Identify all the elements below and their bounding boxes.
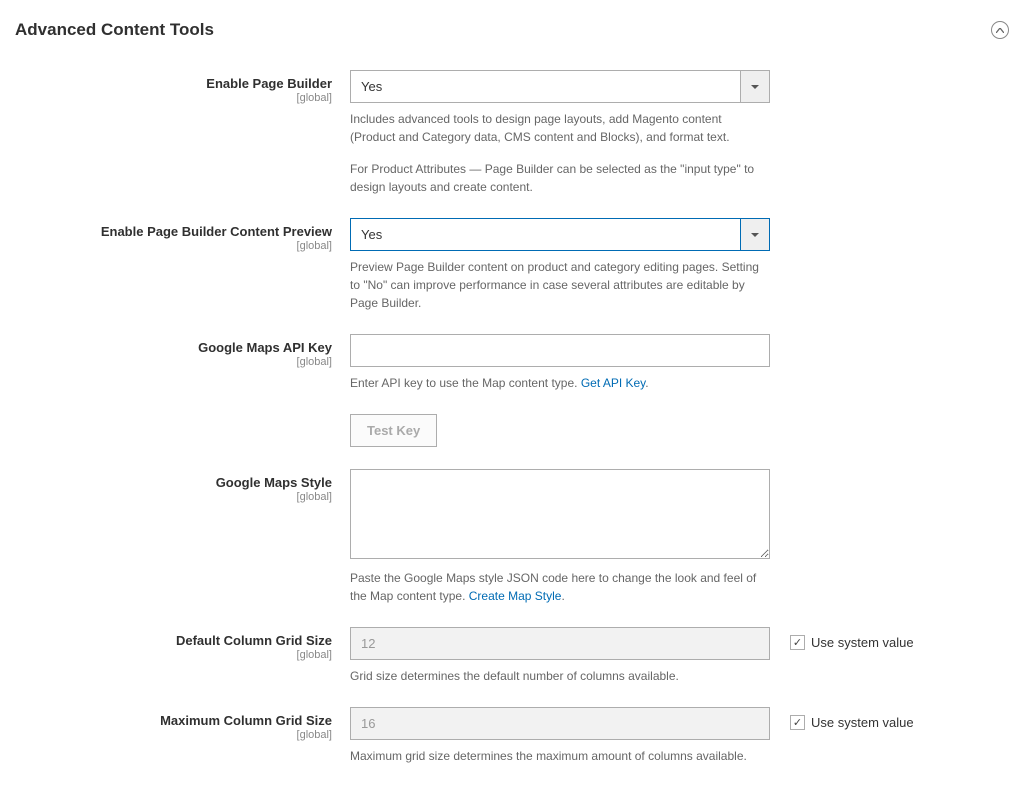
- collapse-toggle-icon[interactable]: [991, 21, 1009, 39]
- dropdown-arrow-icon[interactable]: [740, 70, 770, 103]
- create-map-style-link[interactable]: Create Map Style: [469, 589, 562, 603]
- scope-label: [global]: [15, 729, 332, 741]
- get-api-key-link[interactable]: Get API Key: [581, 376, 645, 390]
- enable-page-builder-select[interactable]: [350, 70, 770, 103]
- scope-label: [global]: [15, 240, 332, 252]
- maps-style-label: Google Maps Style: [216, 475, 332, 490]
- use-system-value-label: Use system value: [811, 635, 914, 650]
- max-grid-input: [350, 707, 770, 740]
- scope-label: [global]: [15, 92, 332, 104]
- help-text: Preview Page Builder content on product …: [350, 258, 770, 312]
- enable-page-builder-label: Enable Page Builder: [206, 76, 332, 91]
- maps-style-textarea[interactable]: [350, 469, 770, 559]
- default-grid-input: [350, 627, 770, 660]
- section-title: Advanced Content Tools: [15, 20, 214, 40]
- scope-label: [global]: [15, 491, 332, 503]
- maps-api-key-label: Google Maps API Key: [198, 340, 332, 355]
- max-grid-label: Maximum Column Grid Size: [160, 713, 332, 728]
- enable-preview-select[interactable]: [350, 218, 770, 251]
- scope-label: [global]: [15, 649, 332, 661]
- help-text: Includes advanced tools to design page l…: [350, 110, 770, 146]
- dropdown-arrow-icon[interactable]: [740, 218, 770, 251]
- help-text: Maximum grid size determines the maximum…: [350, 747, 770, 765]
- help-text: Enter API key to use the Map content typ…: [350, 374, 770, 392]
- use-system-value-label: Use system value: [811, 715, 914, 730]
- enable-page-builder-value[interactable]: [350, 70, 740, 103]
- use-system-value-checkbox[interactable]: ✓: [790, 715, 805, 730]
- enable-preview-value[interactable]: [350, 218, 740, 251]
- help-text: For Product Attributes — Page Builder ca…: [350, 160, 770, 196]
- default-grid-label: Default Column Grid Size: [176, 633, 332, 648]
- use-system-value-checkbox[interactable]: ✓: [790, 635, 805, 650]
- test-key-button[interactable]: Test Key: [350, 414, 437, 447]
- scope-label: [global]: [15, 356, 332, 368]
- help-text: Paste the Google Maps style JSON code he…: [350, 569, 770, 605]
- enable-preview-label: Enable Page Builder Content Preview: [101, 224, 332, 239]
- maps-api-key-input[interactable]: [350, 334, 770, 367]
- help-text: Grid size determines the default number …: [350, 667, 770, 685]
